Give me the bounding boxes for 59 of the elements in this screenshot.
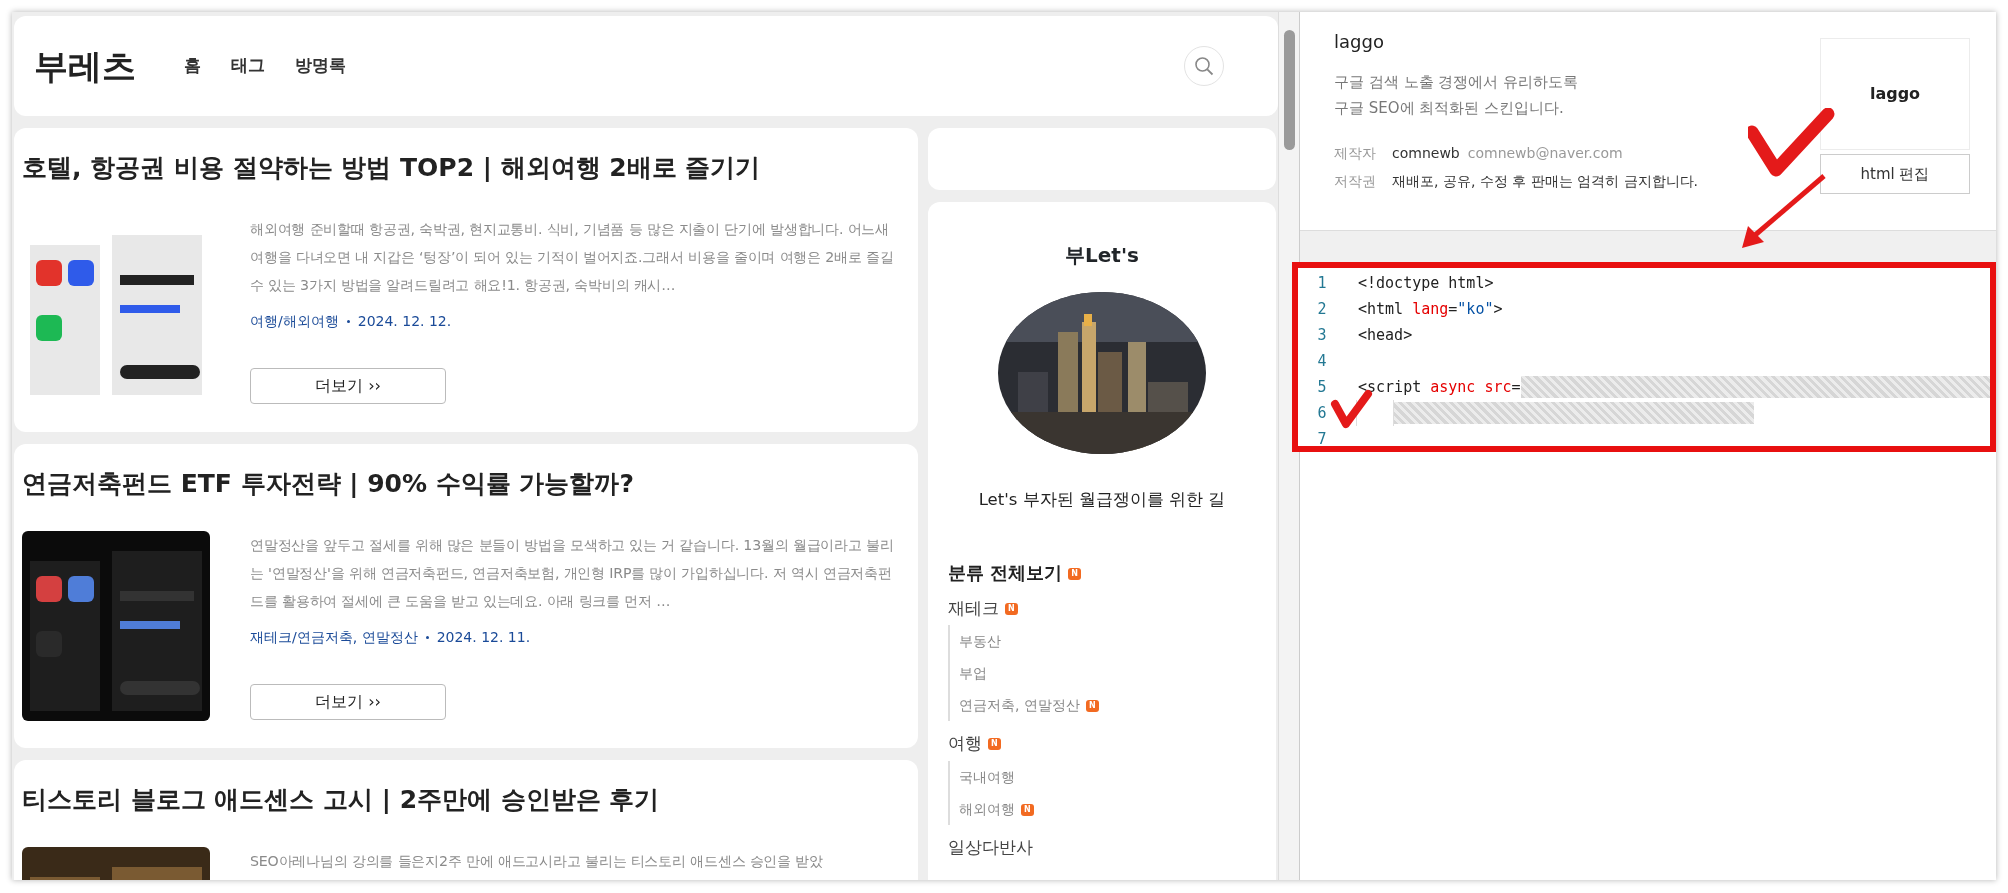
post-title[interactable]: 호텔, 항공권 비용 절약하는 방법 TOP2 | 해외여행 2배로 즐기기 — [22, 152, 898, 185]
new-badge: N — [1068, 567, 1081, 580]
post-excerpt: SEO아레나님의 강의를 들은지2주 만에 애드고시라고 불리는 티스토리 애드센스 승인을 받았 — [250, 851, 824, 871]
line-number: 7 — [1316, 428, 1328, 446]
nav-link[interactable]: 방명록 — [295, 53, 346, 79]
subcategory-link[interactable]: 국내여행 — [959, 768, 1015, 785]
post-title[interactable]: 티스토리 블로그 애드센스 고시 | 2주만에 승인받은 후기 — [22, 784, 898, 817]
blog-title[interactable]: 부레츠 — [34, 40, 136, 92]
code-line: <head> — [1358, 324, 1413, 346]
line-number: 2 — [1316, 298, 1328, 320]
separator-dot — [425, 636, 429, 639]
more-button[interactable]: 더보기 ›› — [250, 367, 446, 404]
new-badge: N — [988, 738, 1001, 751]
more-button[interactable]: 더보기 ›› — [250, 683, 446, 720]
new-badge: N — [1021, 803, 1034, 816]
separator-dot — [346, 320, 350, 323]
code-line: <script async src= — [1358, 376, 1521, 398]
search-button[interactable] — [1184, 46, 1224, 86]
subcategory-link[interactable]: 부업 — [959, 665, 987, 682]
skin-description: 구글 검색 노출 경쟁에서 유리하도록 — [1334, 72, 1580, 93]
line-number: 1 — [1316, 272, 1328, 294]
nav-link[interactable]: 태그 — [231, 53, 265, 79]
code-line: <!doctype html> — [1358, 272, 1494, 294]
subcategory-link[interactable]: 연금저축, 연말정산 — [959, 697, 1080, 714]
line-number: 5 — [1316, 376, 1328, 398]
category-link[interactable]: 분류 전체보기 — [948, 561, 1063, 583]
line-number: 4 — [1316, 350, 1328, 372]
detail-value: 재배포, 공유, 수정 후 판매는 엄격히 금지합니다. — [1392, 173, 1699, 189]
blog-description: Let's 부자된 월급쟁이를 위한 길 — [977, 489, 1227, 511]
category-link[interactable]: 일상다반사 — [948, 836, 1033, 857]
post-category[interactable]: 여행/해외여행 — [250, 312, 339, 329]
detail-label: 저작권 — [1334, 172, 1377, 191]
subcategory-link[interactable]: 부동산 — [959, 633, 1001, 650]
detail-label: 제작자 — [1334, 144, 1377, 163]
line-number: 6 — [1316, 402, 1328, 424]
blog-name: 부Let's — [1064, 242, 1140, 269]
category-link[interactable]: 여행 — [948, 733, 982, 754]
detail-value: comnewb — [1392, 145, 1460, 161]
code-line: <html lang="ko"> — [1358, 298, 1503, 320]
html-edit-button[interactable]: html 편집 — [1820, 154, 1970, 194]
category-link[interactable]: 재테크 — [948, 597, 999, 618]
scrollbar[interactable] — [1278, 12, 1300, 880]
new-badge: N — [1085, 700, 1099, 713]
post-date: 2024. 12. 12. — [357, 312, 452, 329]
search-icon — [1194, 56, 1214, 76]
scrollbar-thumb[interactable] — [1284, 30, 1295, 150]
post-date: 2024. 12. 11. — [436, 628, 531, 645]
line-number: 3 — [1316, 324, 1328, 346]
subcategory-link[interactable]: 해외여행 — [959, 800, 1015, 817]
post-title[interactable]: 연금저축펀드 ETF 투자전략 | 90% 수익률 가능할까? — [22, 468, 898, 501]
new-badge: N — [1005, 602, 1018, 615]
post-category[interactable]: 재테크/연금저축, 연말정산 — [250, 628, 418, 645]
skin-name: laggo — [1334, 30, 1385, 54]
post-excerpt: 연말정산을 앞두고 절세를 위해 많은 분들이 방법을 모색하고 있는 거 같습니다. 13월의 월급이라고 불리는 '연말정산'을 위해 연금저축펀드, 연금저축보험, 개인형 IRP를 많이 가입하십니다. 저 역시 연금저축펀드를 활용하여 절세에 큰 도움을 받고 있는데요. 아래 링크를 먼저 … — [250, 535, 895, 611]
post-excerpt: 해외여행 준비할때 항공권, 숙박권, 현지교통비. 식비, 기념품 등 많은 지출이 단기에 발생합니다. 어느새 여행을 다녀오면 내 지갑은 ‘텅장’이 되어 있는 기적이 벌어지죠.그래서 비용을 줄이며 여행은 2배로 즐길 수 있는 3가지 방법을 알려드릴려고 해요!1. 항공권, 숙박비의 캐시… — [250, 219, 895, 295]
author-email: comnewb@naver.com — [1467, 145, 1623, 161]
skin-description: 구글 SEO에 최적화된 스킨입니다. — [1334, 98, 1565, 119]
nav-link[interactable]: 홈 — [184, 53, 201, 79]
skin-logo: laggo — [1820, 38, 1970, 150]
